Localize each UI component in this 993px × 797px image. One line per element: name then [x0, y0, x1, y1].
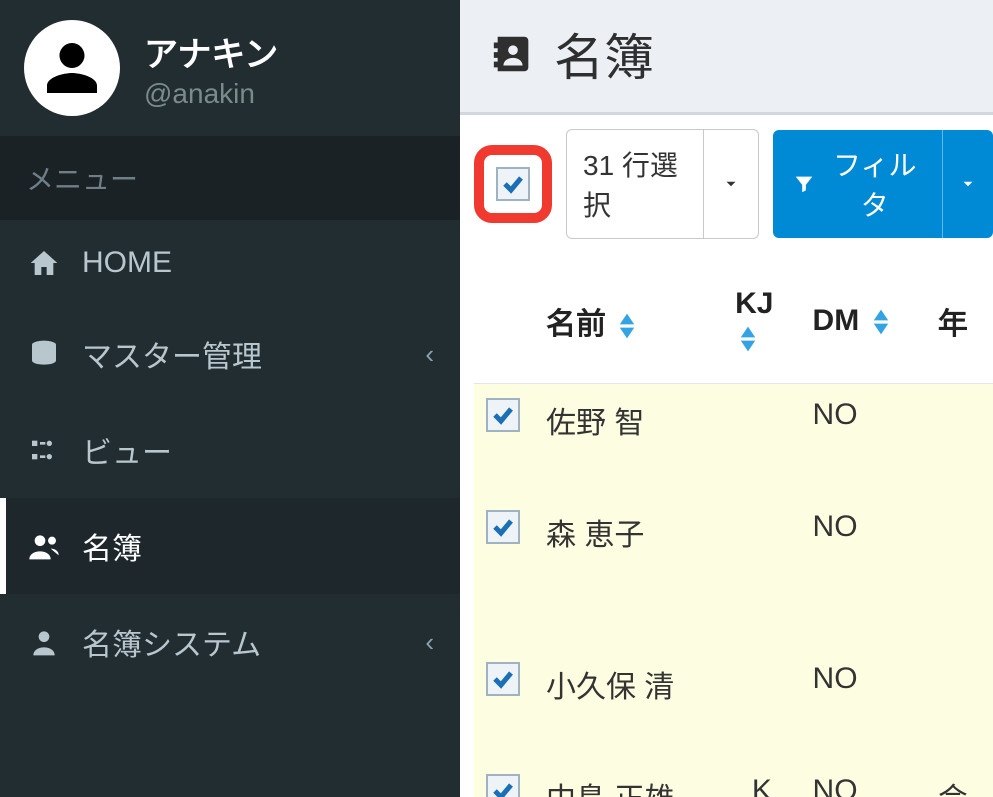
chevron-left-icon: ‹: [425, 339, 434, 370]
cell-name: 森 恵子: [534, 496, 723, 568]
select-all-highlight: [474, 145, 552, 223]
col-year[interactable]: 年: [926, 267, 993, 384]
address-book-icon: [490, 31, 536, 77]
cell-dm: NO: [801, 384, 926, 457]
filter-caret-button[interactable]: [942, 130, 993, 238]
sidebar-item-label: ビュー: [82, 428, 172, 472]
roster-table: 名前 KJ DM: [474, 267, 993, 797]
content-panel: 31 行選択 フィルタ 名前: [460, 112, 993, 797]
filter-button[interactable]: フィルタ: [773, 130, 942, 238]
cell-dm: NO: [801, 760, 926, 797]
page-header: 名簿: [460, 0, 993, 112]
check-icon: [491, 515, 515, 539]
menu-section-label: メニュー: [0, 136, 460, 220]
avatar: [24, 20, 120, 116]
cell-name: 中島 正雄: [534, 760, 723, 797]
col-dm[interactable]: DM: [801, 267, 926, 384]
sidebar-item-view[interactable]: ビュー: [0, 402, 460, 498]
database-icon: [26, 338, 62, 370]
cell-name: 小久保 清: [534, 648, 723, 720]
funnel-icon: [793, 171, 815, 197]
cell-kj: [723, 648, 800, 720]
check-icon: [491, 403, 515, 427]
sort-icon: [618, 313, 636, 339]
sidebar: アナキン @anakin メニュー HOME マスター管理 ‹ ビュー 名簿 名…: [0, 0, 460, 797]
row-checkbox[interactable]: [486, 774, 520, 797]
caret-down-icon: [722, 175, 740, 193]
row-checkbox[interactable]: [486, 398, 520, 432]
check-icon: [491, 667, 515, 691]
sort-icon: [872, 309, 890, 335]
profile: アナキン @anakin: [0, 0, 460, 136]
table-header-row: 名前 KJ DM: [474, 267, 993, 384]
profile-text: アナキン @anakin: [144, 27, 278, 110]
cell-extra: [926, 496, 993, 568]
row-checkbox[interactable]: [486, 510, 520, 544]
check-icon: [501, 172, 525, 196]
check-icon: [491, 779, 515, 797]
sidebar-item-label: HOME: [82, 246, 172, 280]
sidebar-item-label: 名簿: [82, 524, 142, 568]
chevron-left-icon: ‹: [425, 627, 434, 658]
profile-name: アナキン: [144, 27, 278, 76]
users-icon: [26, 530, 62, 562]
cell-extra: [926, 384, 993, 457]
cell-name: 佐野 智: [534, 384, 723, 457]
caret-down-icon: [959, 175, 977, 193]
row-checkbox[interactable]: [486, 662, 520, 696]
home-icon: [26, 247, 62, 279]
sidebar-item-roster[interactable]: 名簿: [0, 498, 460, 594]
cell-extra: 会: [926, 760, 993, 797]
filter-label: フィルタ: [828, 144, 922, 224]
selection-count: 31 行選択: [566, 129, 703, 239]
col-kj[interactable]: KJ: [723, 267, 800, 384]
cell-extra: [926, 648, 993, 720]
sidebar-item-master[interactable]: マスター管理 ‹: [0, 306, 460, 402]
cell-dm: NO: [801, 648, 926, 720]
sidebar-item-home[interactable]: HOME: [0, 220, 460, 306]
sidebar-item-label: 名簿システム: [82, 620, 261, 664]
filter-group: フィルタ: [773, 130, 993, 238]
profile-handle: @anakin: [144, 78, 278, 110]
table-row[interactable]: 小久保 清 NO: [474, 648, 993, 720]
selection-caret-button[interactable]: [703, 129, 759, 239]
selection-dropdown: 31 行選択: [566, 129, 759, 239]
table-row[interactable]: 中島 正雄 K NO 会: [474, 760, 993, 797]
cell-kj: [723, 384, 800, 457]
sidebar-item-label: マスター管理: [82, 332, 262, 376]
page-title: 名簿: [554, 18, 654, 90]
sidebar-item-roster-system[interactable]: 名簿システム ‹: [0, 594, 460, 690]
user-icon: [42, 38, 102, 98]
cell-dm: NO: [801, 496, 926, 568]
cell-kj: [723, 496, 800, 568]
select-all-checkbox[interactable]: [496, 167, 530, 201]
person-icon: [26, 626, 62, 658]
table-row[interactable]: 森 恵子 NO: [474, 496, 993, 568]
table-row[interactable]: 佐野 智 NO: [474, 384, 993, 457]
main: 名簿 31 行選択 フィルタ: [460, 0, 993, 797]
table-body: 佐野 智 NO 森 恵子 NO 小久保 清: [474, 384, 993, 797]
col-name[interactable]: 名前: [534, 267, 723, 384]
sort-icon: [739, 326, 757, 352]
view-icon: [26, 434, 62, 466]
toolbar: 31 行選択 フィルタ: [474, 129, 993, 239]
cell-kj: K: [723, 760, 800, 797]
